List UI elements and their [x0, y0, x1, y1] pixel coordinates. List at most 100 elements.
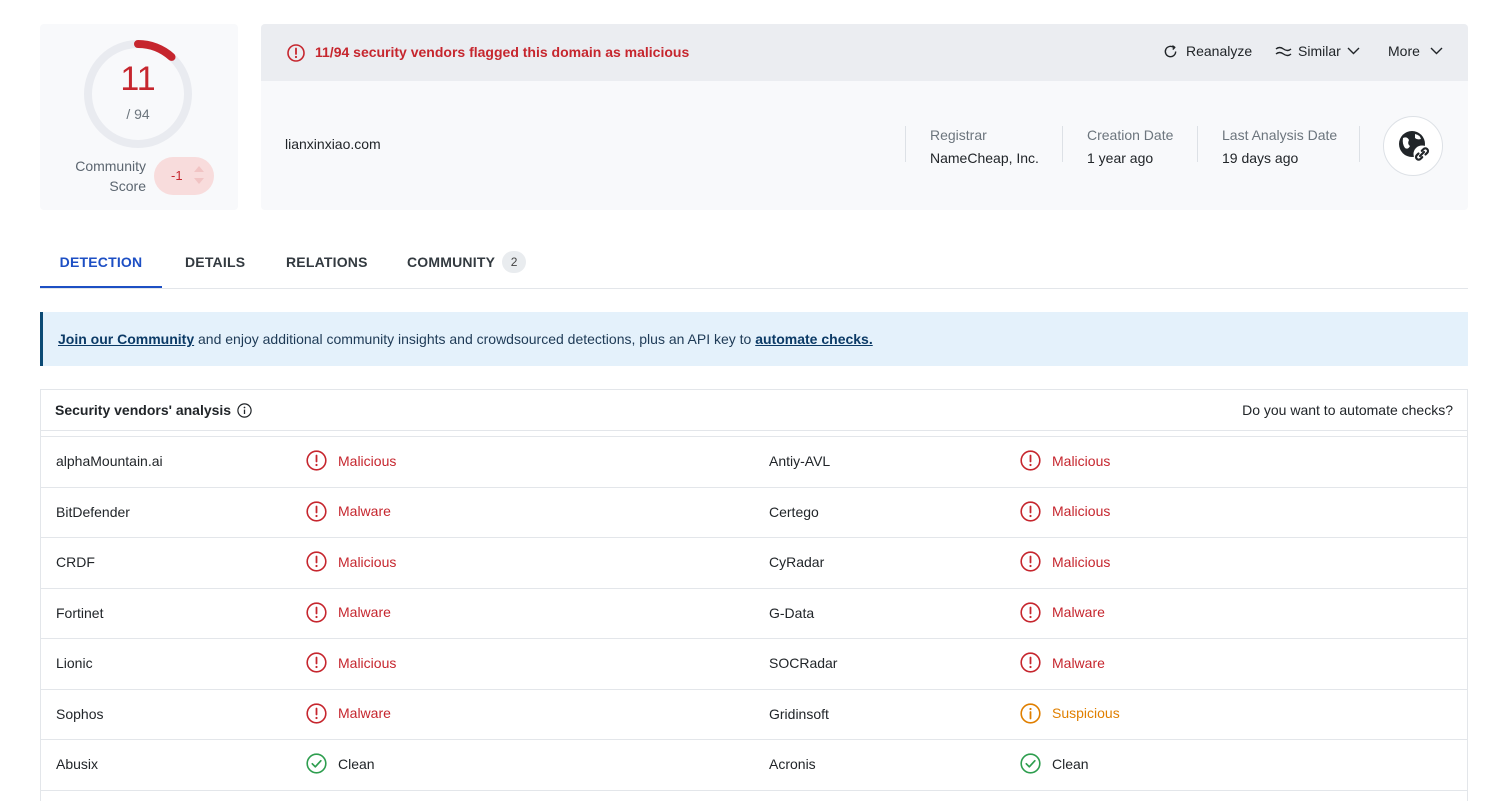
tab-details[interactable]: DETAILS	[185, 238, 245, 288]
alert-circle-icon	[1020, 601, 1052, 623]
info-circle-icon	[1020, 702, 1052, 724]
vendors-total: / 94	[126, 106, 150, 122]
vendor-result: Malicious	[1020, 450, 1110, 471]
reanalyze-label: Reanalyze	[1186, 43, 1253, 59]
vendor-result-label: Suspicious	[1052, 705, 1120, 721]
vendor-result: Malicious	[306, 551, 396, 572]
vendor-result-label: Clean	[338, 755, 375, 772]
vendor-result: Clean	[1020, 753, 1089, 774]
vendor-result: Malware	[306, 702, 391, 724]
check-circle-icon	[306, 753, 338, 774]
table-row: Lionic Malicious SOCRadar Malware	[41, 639, 1467, 690]
vendor-name: SOCRadar	[769, 655, 838, 671]
registrar-info: Registrar NameCheap, Inc.	[905, 126, 1039, 166]
detection-alert-bar: 11/94 security vendors flagged this doma…	[261, 24, 1468, 81]
alert-circle-icon	[306, 702, 338, 724]
vendor-result: Malicious	[306, 450, 396, 471]
vendor-result-label: Malicious	[338, 452, 397, 469]
detections-count: 11	[120, 60, 156, 98]
similar-dropdown[interactable]: Similar	[1275, 43, 1360, 59]
community-banner: Join our Community and enjoy additional …	[40, 312, 1468, 366]
alert-circle-icon	[306, 450, 338, 471]
table-row: Sophos Malware Gridinsoft Suspicious	[41, 690, 1467, 740]
vendors-title: Security vendors' analysis	[55, 402, 232, 418]
vendor-result-label: Malware	[338, 503, 391, 519]
vendor-result-label: Malicious	[338, 553, 397, 570]
join-community-link[interactable]: Join our Community	[58, 331, 194, 347]
more-label: More	[1388, 43, 1420, 59]
last-analysis-label: Last Analysis Date	[1222, 127, 1338, 143]
registrar-label: Registrar	[930, 127, 987, 143]
banner-message: and enjoy additional community insights …	[194, 331, 756, 347]
detection-score-card: 11 / 94 Community Score -1	[40, 24, 238, 210]
automate-checks-prompt[interactable]: Do you want to automate checks?	[1242, 402, 1453, 418]
vendor-name: Antiy-AVL	[769, 453, 831, 469]
alert-circle-icon	[306, 652, 338, 673]
vendors-header: Security vendors' analysis Do you want t…	[41, 390, 1467, 431]
creation-date-info: Creation Date 1 year ago	[1062, 126, 1173, 166]
more-dropdown[interactable]: More	[1388, 43, 1443, 59]
table-row: BitDefender Malware Certego Malicious	[41, 488, 1467, 538]
vendor-name: Abusix	[56, 756, 99, 772]
report-tabs: DETECTION DETAILS RELATIONS COMMUNITY 2	[40, 238, 1468, 289]
community-score-value: -1	[171, 168, 183, 183]
vote-arrows-icon[interactable]	[194, 166, 204, 186]
vendor-result-label: Clean	[1052, 755, 1089, 772]
vendor-result: Malware	[306, 601, 391, 623]
reanalyze-button[interactable]: Reanalyze	[1163, 43, 1252, 59]
vendor-name: alphaMountain.ai	[56, 453, 163, 469]
community-count-badge: 2	[502, 251, 527, 273]
banner-text: Join our Community and enjoy additional …	[58, 331, 873, 347]
chevron-down-icon	[1347, 47, 1360, 55]
alert-circle-icon	[1020, 551, 1052, 572]
registrar-value: NameCheap, Inc.	[930, 150, 1039, 166]
vendor-result: Malware	[306, 500, 391, 522]
vendor-name: Sophos	[56, 705, 104, 722]
info-icon[interactable]	[237, 403, 252, 418]
tab-detection[interactable]: DETECTION	[40, 238, 162, 288]
refresh-icon	[1163, 44, 1178, 59]
vendor-result: Malicious	[1020, 500, 1111, 522]
alert-circle-icon	[306, 551, 338, 572]
automate-checks-link[interactable]: automate checks.	[755, 331, 873, 347]
vendor-result: Malware	[1020, 652, 1105, 673]
table-row: CRDF Malicious CyRadar Malicious	[41, 538, 1467, 589]
chevron-down-icon	[1430, 47, 1443, 55]
tab-community[interactable]: COMMUNITY 2	[407, 238, 527, 288]
alert-circle-icon	[1020, 500, 1052, 522]
vendor-result-label: Malicious	[1052, 452, 1111, 469]
similar-icon	[1275, 45, 1292, 58]
vendor-result-label: Malware	[1052, 604, 1105, 620]
vendor-name: Certego	[769, 503, 819, 520]
last-analysis-value: 19 days ago	[1222, 150, 1299, 166]
vendor-result-label: Malware	[338, 604, 391, 620]
alert-circle-icon	[306, 500, 338, 522]
vendor-result: Malware	[1020, 601, 1105, 623]
vendor-name: Acronis	[769, 756, 816, 772]
vendor-name: Fortinet	[56, 604, 104, 621]
tab-relations[interactable]: RELATIONS	[286, 238, 368, 288]
gauge-arc	[134, 40, 176, 61]
domain-name[interactable]: lianxinxiao.com	[285, 136, 381, 152]
table-row	[41, 791, 1467, 801]
community-score-badge[interactable]: -1	[154, 157, 214, 195]
vendor-name: BitDefender	[56, 503, 130, 520]
vendor-name: Lionic	[56, 655, 93, 671]
alert-circle-icon	[1020, 652, 1052, 673]
similar-label: Similar	[1298, 43, 1341, 59]
vendor-result-label: Malicious	[1052, 503, 1111, 519]
vendor-result: Malicious	[306, 652, 396, 673]
vendor-name: CyRadar	[769, 554, 825, 570]
table-row: alphaMountain.ai Malicious Antiy-AVL Malici…	[41, 437, 1467, 488]
vendor-result: Clean	[306, 753, 375, 774]
table-row: Fortinet Malware G-Data Malware	[41, 589, 1467, 639]
vendor-name: G-Data	[769, 604, 815, 621]
vendor-result: Malicious	[1020, 551, 1110, 572]
community-score-label: Community Score	[75, 158, 146, 194]
tab-community-label: COMMUNITY	[407, 254, 496, 270]
alert-circle-icon	[1020, 450, 1052, 471]
vendor-result-label: Malicious	[338, 654, 397, 671]
vendor-name: CRDF	[56, 554, 95, 570]
last-analysis-info: Last Analysis Date 19 days ago	[1197, 126, 1338, 166]
vendor-result-label: Malware	[338, 705, 391, 721]
